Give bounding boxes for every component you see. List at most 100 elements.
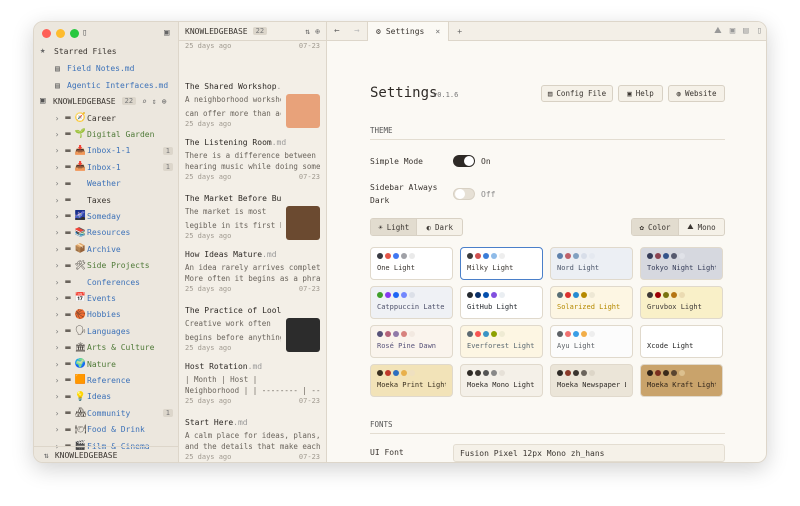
collapse-all-icon[interactable]: ⇕ [152, 97, 157, 106]
note-card[interactable]: The Market Before Bu.md The market is mos… [179, 194, 326, 240]
website-button[interactable]: ◍ Website [668, 85, 725, 102]
forward-arrow-icon[interactable]: → [347, 26, 367, 36]
new-note-icon[interactable]: ⊕ [315, 27, 320, 36]
theme-option[interactable]: Xcode Light [640, 325, 723, 358]
chevron-right-icon[interactable]: › [52, 130, 62, 139]
chevron-right-icon[interactable]: › [52, 343, 62, 352]
sidebar-folder[interactable]: › ▬ 🏛 Arts & Culture [34, 340, 179, 356]
sidebar-folder[interactable]: › ▬ 🏘 Community 1 [34, 405, 179, 421]
sidebar-folder[interactable]: › ▬ 🧭 Career [34, 110, 179, 126]
sidebar-folder[interactable]: › ▬ Weather [34, 176, 179, 192]
minimize-window-button[interactable] [56, 29, 65, 38]
sidebar-folder[interactable]: › ▬ 🛠 Side Projects [34, 258, 179, 274]
starred-file-item[interactable]: ▤ Agentic Interfaces.md [34, 77, 179, 93]
theme-option[interactable]: Everforest Light [460, 325, 543, 358]
add-icon[interactable]: ⊕ [162, 97, 167, 106]
sidebar-folder[interactable]: › ▬ 🗣 Languages [34, 323, 179, 339]
note-card[interactable]: Start Here.md A calm place for ideas, pla… [179, 418, 326, 461]
dark-mode-button[interactable]: ◐ Dark [416, 219, 462, 235]
sidebar-folder[interactable]: › ▬ 📥 Inbox-1 1 [34, 159, 179, 175]
back-arrow-icon[interactable]: ← [327, 26, 347, 36]
sidebar-folder[interactable]: › ▬ 🌱 Digital Garden [34, 126, 179, 142]
new-note-icon[interactable]: ▣ [164, 28, 169, 38]
sidebar-folder[interactable]: › ▬ Taxes [34, 192, 179, 208]
theme-option[interactable]: Milky Light [460, 247, 543, 280]
config-file-button[interactable]: ▤ Config File [541, 85, 613, 102]
sidebar-folder[interactable]: › ▬ 📥 Inbox-1-1 1 [34, 143, 179, 159]
theme-option[interactable]: Rosé Pine Dawn [370, 325, 453, 358]
theme-option[interactable]: Moeka Kraft Light [640, 364, 723, 397]
sidebar-folder[interactable]: › ▬ 🟧 Reference [34, 372, 179, 388]
sidebar-folder[interactable]: › ▬ 🌍 Nature [34, 356, 179, 372]
chevron-right-icon[interactable]: › [52, 261, 62, 270]
sort-icon[interactable]: ⇅ [305, 27, 310, 36]
color-style-button[interactable]: ✿ Color [632, 219, 678, 235]
note-card-partial[interactable]: 25 days ago 07-23 [179, 41, 326, 50]
chevron-right-icon[interactable]: › [52, 310, 62, 319]
chevron-right-icon[interactable]: › [52, 179, 62, 188]
close-tab-icon[interactable]: × [435, 27, 440, 36]
sidebar-folder[interactable]: › ▬ 💡 Ideas [34, 389, 179, 405]
chevron-right-icon[interactable]: › [52, 196, 62, 205]
chevron-right-icon[interactable]: › [52, 425, 62, 434]
chevron-right-icon[interactable]: › [52, 163, 62, 172]
theme-option[interactable]: One Light [370, 247, 453, 280]
note-card[interactable]: The Shared Workshop.md A neighborhood wor… [179, 82, 326, 128]
note-card[interactable]: Host Rotation.md | Month | Host | Neighbor… [179, 362, 326, 405]
chevron-right-icon[interactable]: › [52, 278, 62, 287]
note-card[interactable]: The Listening Room.md There is a differen… [179, 138, 326, 181]
chevron-right-icon[interactable]: › [52, 409, 62, 418]
theme-option[interactable]: Solarized Light [550, 286, 633, 319]
sidebar-folder[interactable]: › ▬ 🏀 Hobbies [34, 307, 179, 323]
sidebar-dark-toggle[interactable] [453, 188, 475, 200]
chevron-right-icon[interactable]: › [52, 245, 62, 254]
theme-option[interactable]: GitHub Light [460, 286, 543, 319]
sidebar-toggle-icon[interactable]: ▯ [82, 28, 87, 38]
chevron-right-icon[interactable]: › [52, 212, 62, 221]
knowledgebase-header[interactable]: ▣ KNOWLEDGEBASE 22 ⌕ ⇕ ⊕ [34, 93, 179, 109]
panel-icon[interactable]: ▯ [757, 26, 762, 36]
theme-option[interactable]: Gruvbox Light [640, 286, 723, 319]
mono-style-button[interactable]: ⛰ Mono [677, 219, 724, 235]
layout-icon[interactable]: ▣ [730, 26, 735, 36]
chevron-right-icon[interactable]: › [52, 294, 62, 303]
split-icon[interactable]: ▤ [743, 26, 748, 36]
graph-icon[interactable]: ⛰ [714, 26, 722, 36]
starred-file-item[interactable]: ▤ Field Notes.md [34, 60, 179, 76]
sidebar-folder[interactable]: › ▬ 🍽 Food & Drink [34, 422, 179, 438]
note-card[interactable]: How Ideas Mature.md An idea rarely arrive… [179, 250, 326, 293]
theme-option[interactable]: Moeka Newspaper Light [550, 364, 633, 397]
sidebar-folder[interactable]: › ▬ 📅 Events [34, 290, 179, 306]
tab-settings[interactable]: ⚙ Settings × [367, 22, 450, 41]
new-tab-icon[interactable]: + [457, 27, 462, 36]
chevron-right-icon[interactable]: › [52, 327, 62, 336]
chevron-right-icon[interactable]: › [52, 392, 62, 401]
palette-icon: ✿ [639, 222, 644, 232]
simple-mode-toggle[interactable] [453, 155, 475, 167]
help-button[interactable]: ▣ Help [618, 85, 663, 102]
theme-option[interactable]: Ayu Light [550, 325, 633, 358]
sidebar-folder[interactable]: › ▬ 📚 Resources [34, 225, 179, 241]
sidebar-folder[interactable]: › ▬ 🌌 Someday [34, 208, 179, 224]
sidebar-folder[interactable]: › ▬ Conferences [34, 274, 179, 290]
zoom-window-button[interactable] [70, 29, 79, 38]
light-mode-button[interactable]: ☀ Light [371, 219, 417, 235]
chevron-right-icon[interactable]: › [52, 360, 62, 369]
theme-option[interactable]: Tokyo Night Light [640, 247, 723, 280]
chevron-right-icon[interactable]: › [52, 114, 62, 123]
search-icon[interactable]: ⌕ [142, 97, 147, 106]
sidebar-folder[interactable]: › ▬ 📦 Archive [34, 241, 179, 257]
theme-option[interactable]: Nord Light [550, 247, 633, 280]
close-window-button[interactable] [42, 29, 51, 38]
starred-files-header[interactable]: ★ Starred Files [34, 43, 179, 59]
ui-font-select[interactable]: Fusion Pixel 12px Mono zh_hans [453, 444, 725, 462]
chevron-right-icon[interactable]: › [52, 376, 62, 385]
note-card[interactable]: The Practice of Lool.md Creative work oft… [179, 306, 326, 352]
vault-switcher[interactable]: ⇅ KNOWLEDGEBASE [34, 446, 179, 462]
theme-option[interactable]: Moeka Print Light [370, 364, 453, 397]
theme-name: GitHub Light [467, 303, 518, 311]
chevron-right-icon[interactable]: › [52, 228, 62, 237]
chevron-right-icon[interactable]: › [52, 146, 62, 155]
theme-option[interactable]: Moeka Mono Light [460, 364, 543, 397]
theme-option[interactable]: Catppuccin Latte [370, 286, 453, 319]
